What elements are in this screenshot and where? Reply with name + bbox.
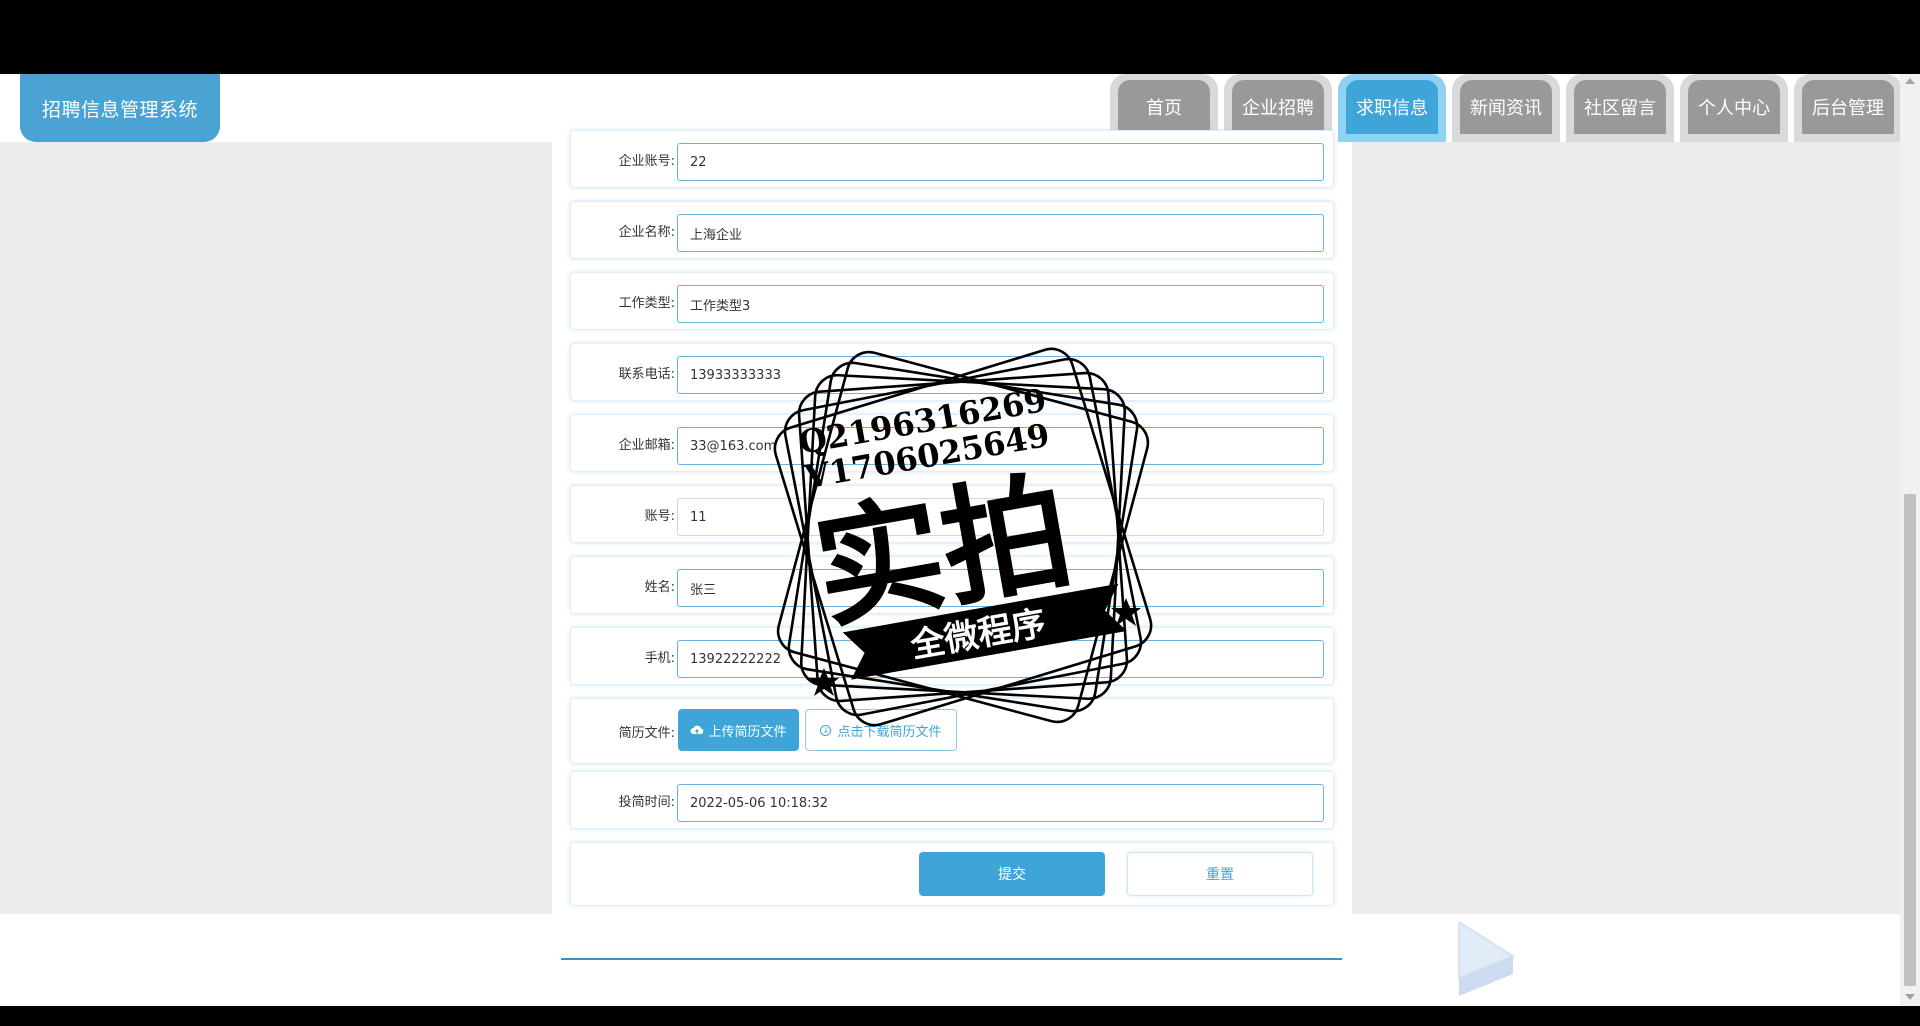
field-row-company-account: 企业账号: 22 [570,130,1334,188]
form-actions: 提交 重置 [570,842,1334,906]
field-label: 联系电话: [618,366,675,382]
nav-item-label: 首页 [1118,80,1210,134]
upload-resume-button[interactable]: 上传简历文件 [678,709,799,751]
player-logo-icon [1458,922,1516,996]
reset-button[interactable]: 重置 [1127,852,1313,896]
company-email-field[interactable]: 33@163.com [677,427,1324,465]
scroll-down-icon[interactable] [1905,994,1915,1000]
field-label: 投简时间: [618,794,675,810]
field-row-company-email: 企业邮箱: 33@163.com [570,414,1334,472]
field-label: 账号: [644,508,675,524]
contact-phone-field[interactable]: 13933333333 [677,356,1324,394]
download-resume-label: 点击下载简历文件 [837,724,942,740]
nav-item-label: 企业招聘 [1232,80,1324,134]
field-row-contact-phone: 联系电话: 13933333333 [570,343,1334,401]
field-row-account: 账号: 11 [570,485,1334,543]
scroll-thumb[interactable] [1904,494,1916,986]
field-label: 简历文件: [618,725,675,741]
field-row-company-name: 企业名称: 上海企业 [570,201,1334,259]
download-resume-button[interactable]: ↓ 点击下载简历文件 [805,709,957,751]
field-row-submit-time: 投简时间: 2022-05-06 10:18:32 [570,771,1334,829]
nav-item-applications[interactable]: 求职信息 [1338,74,1446,142]
nav-item-label: 求职信息 [1346,80,1438,134]
nav-item-label: 个人中心 [1688,80,1780,134]
company-name-field[interactable]: 上海企业 [677,214,1324,252]
field-label: 姓名: [644,579,675,595]
footer-divider [561,958,1342,960]
field-row-name: 姓名: 张三 [570,556,1334,614]
nav-item-label: 社区留言 [1574,80,1666,134]
field-label: 企业名称: [618,224,675,240]
app-title[interactable]: 招聘信息管理系统 [20,74,220,142]
field-row-job-type: 工作类型: 工作类型3 [570,272,1334,330]
field-label: 企业邮箱: [618,437,675,453]
name-field[interactable]: 张三 [677,569,1324,607]
upload-resume-label: 上传简历文件 [708,724,787,740]
company-account-field[interactable]: 22 [677,143,1324,181]
top-black-bar [0,0,1920,74]
submit-time-field[interactable]: 2022-05-06 10:18:32 [677,784,1324,822]
cloud-upload-icon [690,725,704,734]
nav-item-label: 后台管理 [1802,80,1894,134]
scroll-up-icon[interactable] [1905,78,1915,84]
account-field[interactable]: 11 [677,498,1324,536]
job-type-field[interactable]: 工作类型3 [677,285,1324,323]
download-icon: ↓ [820,724,832,736]
nav-item-messages[interactable]: 社区留言 [1566,74,1674,142]
field-row-resume: 简历文件: 上传简历文件 ↓ 点击下载简历文件 [570,698,1334,764]
mobile-field[interactable]: 13922222222 [677,640,1324,678]
nav-item-profile[interactable]: 个人中心 [1680,74,1788,142]
nav-item-label: 新闻资讯 [1460,80,1552,134]
field-label: 工作类型: [618,295,675,311]
field-label: 手机: [644,650,675,666]
field-label: 企业账号: [618,153,675,169]
submit-button[interactable]: 提交 [919,852,1105,896]
form-panel: 企业账号: 22 企业名称: 上海企业 工作类型: 工作类型3 联系电话: 13… [552,130,1352,915]
field-row-mobile: 手机: 13922222222 [570,627,1334,685]
footer [0,914,1900,1006]
bottom-black-bar [0,1006,1920,1026]
nav-item-admin[interactable]: 后台管理 [1794,74,1902,142]
nav-item-news[interactable]: 新闻资讯 [1452,74,1560,142]
vertical-scrollbar[interactable] [1900,74,1920,1006]
